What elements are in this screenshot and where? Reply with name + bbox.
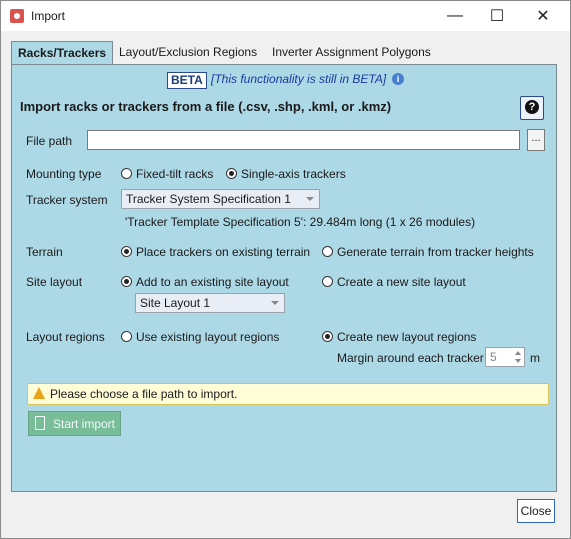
site-layout-value: Site Layout 1: [140, 296, 211, 310]
spin-up-icon[interactable]: [515, 351, 521, 355]
chevron-down-icon: [306, 197, 314, 201]
warning-text: Please choose a file path to import.: [50, 387, 238, 401]
place-trackers-radio[interactable]: [121, 246, 132, 257]
racks-trackers-panel: BETA [This functionality is still in BET…: [11, 64, 557, 492]
import-heading: Import racks or trackers from a file (.c…: [20, 99, 392, 114]
beta-badge: BETA: [167, 72, 207, 89]
tracker-system-label: Tracker system: [26, 193, 108, 207]
site-layout-label: Site layout: [26, 275, 83, 289]
generate-terrain-label: Generate terrain from tracker heights: [337, 245, 534, 259]
new-regions-label: Create new layout regions: [337, 330, 477, 344]
browse-button[interactable]: ...: [527, 129, 545, 151]
fixed-tilt-label: Fixed-tilt racks: [136, 167, 214, 181]
existing-site-layout-radio[interactable]: [121, 276, 132, 287]
import-window: Import — ☐ ✕ Racks/Trackers Layout/Exclu…: [0, 0, 571, 539]
warning-icon: [33, 387, 45, 399]
maximize-button[interactable]: ☐: [474, 1, 520, 31]
title-bar: Import — ☐ ✕: [1, 1, 570, 31]
chevron-down-icon: [271, 301, 279, 305]
file-path-input[interactable]: [87, 130, 520, 150]
fixed-tilt-radio[interactable]: [121, 168, 132, 179]
tracker-system-select[interactable]: Tracker System Specification 1: [121, 189, 320, 209]
existing-regions-label: Use existing layout regions: [136, 330, 280, 344]
start-import-label: Start import: [53, 417, 116, 431]
close-window-button[interactable]: ✕: [520, 1, 566, 31]
margin-value: 5: [490, 350, 497, 364]
spin-down-icon[interactable]: [515, 359, 521, 363]
margin-stepper[interactable]: 5: [485, 347, 525, 367]
place-trackers-label: Place trackers on existing terrain: [136, 245, 311, 259]
margin-label: Margin around each tracker: [337, 351, 484, 365]
info-icon[interactable]: i: [392, 73, 404, 85]
single-axis-label: Single-axis trackers: [241, 167, 346, 181]
generate-terrain-radio[interactable]: [322, 246, 333, 257]
minimize-button[interactable]: —: [432, 1, 478, 31]
margin-unit: m: [530, 351, 540, 365]
tab-layout-exclusion-regions[interactable]: Layout/Exclusion Regions: [115, 42, 261, 63]
new-site-layout-radio[interactable]: [322, 276, 333, 287]
tracker-system-value: Tracker System Specification 1: [126, 192, 291, 206]
terrain-label: Terrain: [26, 245, 63, 259]
mounting-type-label: Mounting type: [26, 167, 102, 181]
import-icon: [35, 416, 45, 430]
site-layout-select[interactable]: Site Layout 1: [135, 293, 285, 313]
existing-regions-radio[interactable]: [121, 331, 132, 342]
tracker-template-info: 'Tracker Template Specification 5': 29.4…: [125, 215, 476, 229]
new-site-layout-label: Create a new site layout: [337, 275, 466, 289]
warning-banner: Please choose a file path to import.: [27, 383, 549, 405]
layout-regions-label: Layout regions: [26, 330, 105, 344]
start-import-button[interactable]: Start import: [28, 411, 121, 436]
app-icon: [10, 9, 24, 23]
new-regions-radio[interactable]: [322, 331, 333, 342]
help-button[interactable]: [520, 96, 544, 120]
beta-note: [This functionality is still in BETA]: [211, 72, 387, 86]
file-path-label: File path: [26, 134, 73, 148]
close-button[interactable]: Close: [517, 499, 555, 523]
tab-racks-trackers[interactable]: Racks/Trackers: [11, 41, 114, 65]
tab-inverter-assignment-polygons[interactable]: Inverter Assignment Polygons: [268, 42, 435, 63]
window-title: Import: [31, 9, 66, 23]
existing-site-layout-label: Add to an existing site layout: [136, 275, 289, 289]
single-axis-radio[interactable]: [226, 168, 237, 179]
